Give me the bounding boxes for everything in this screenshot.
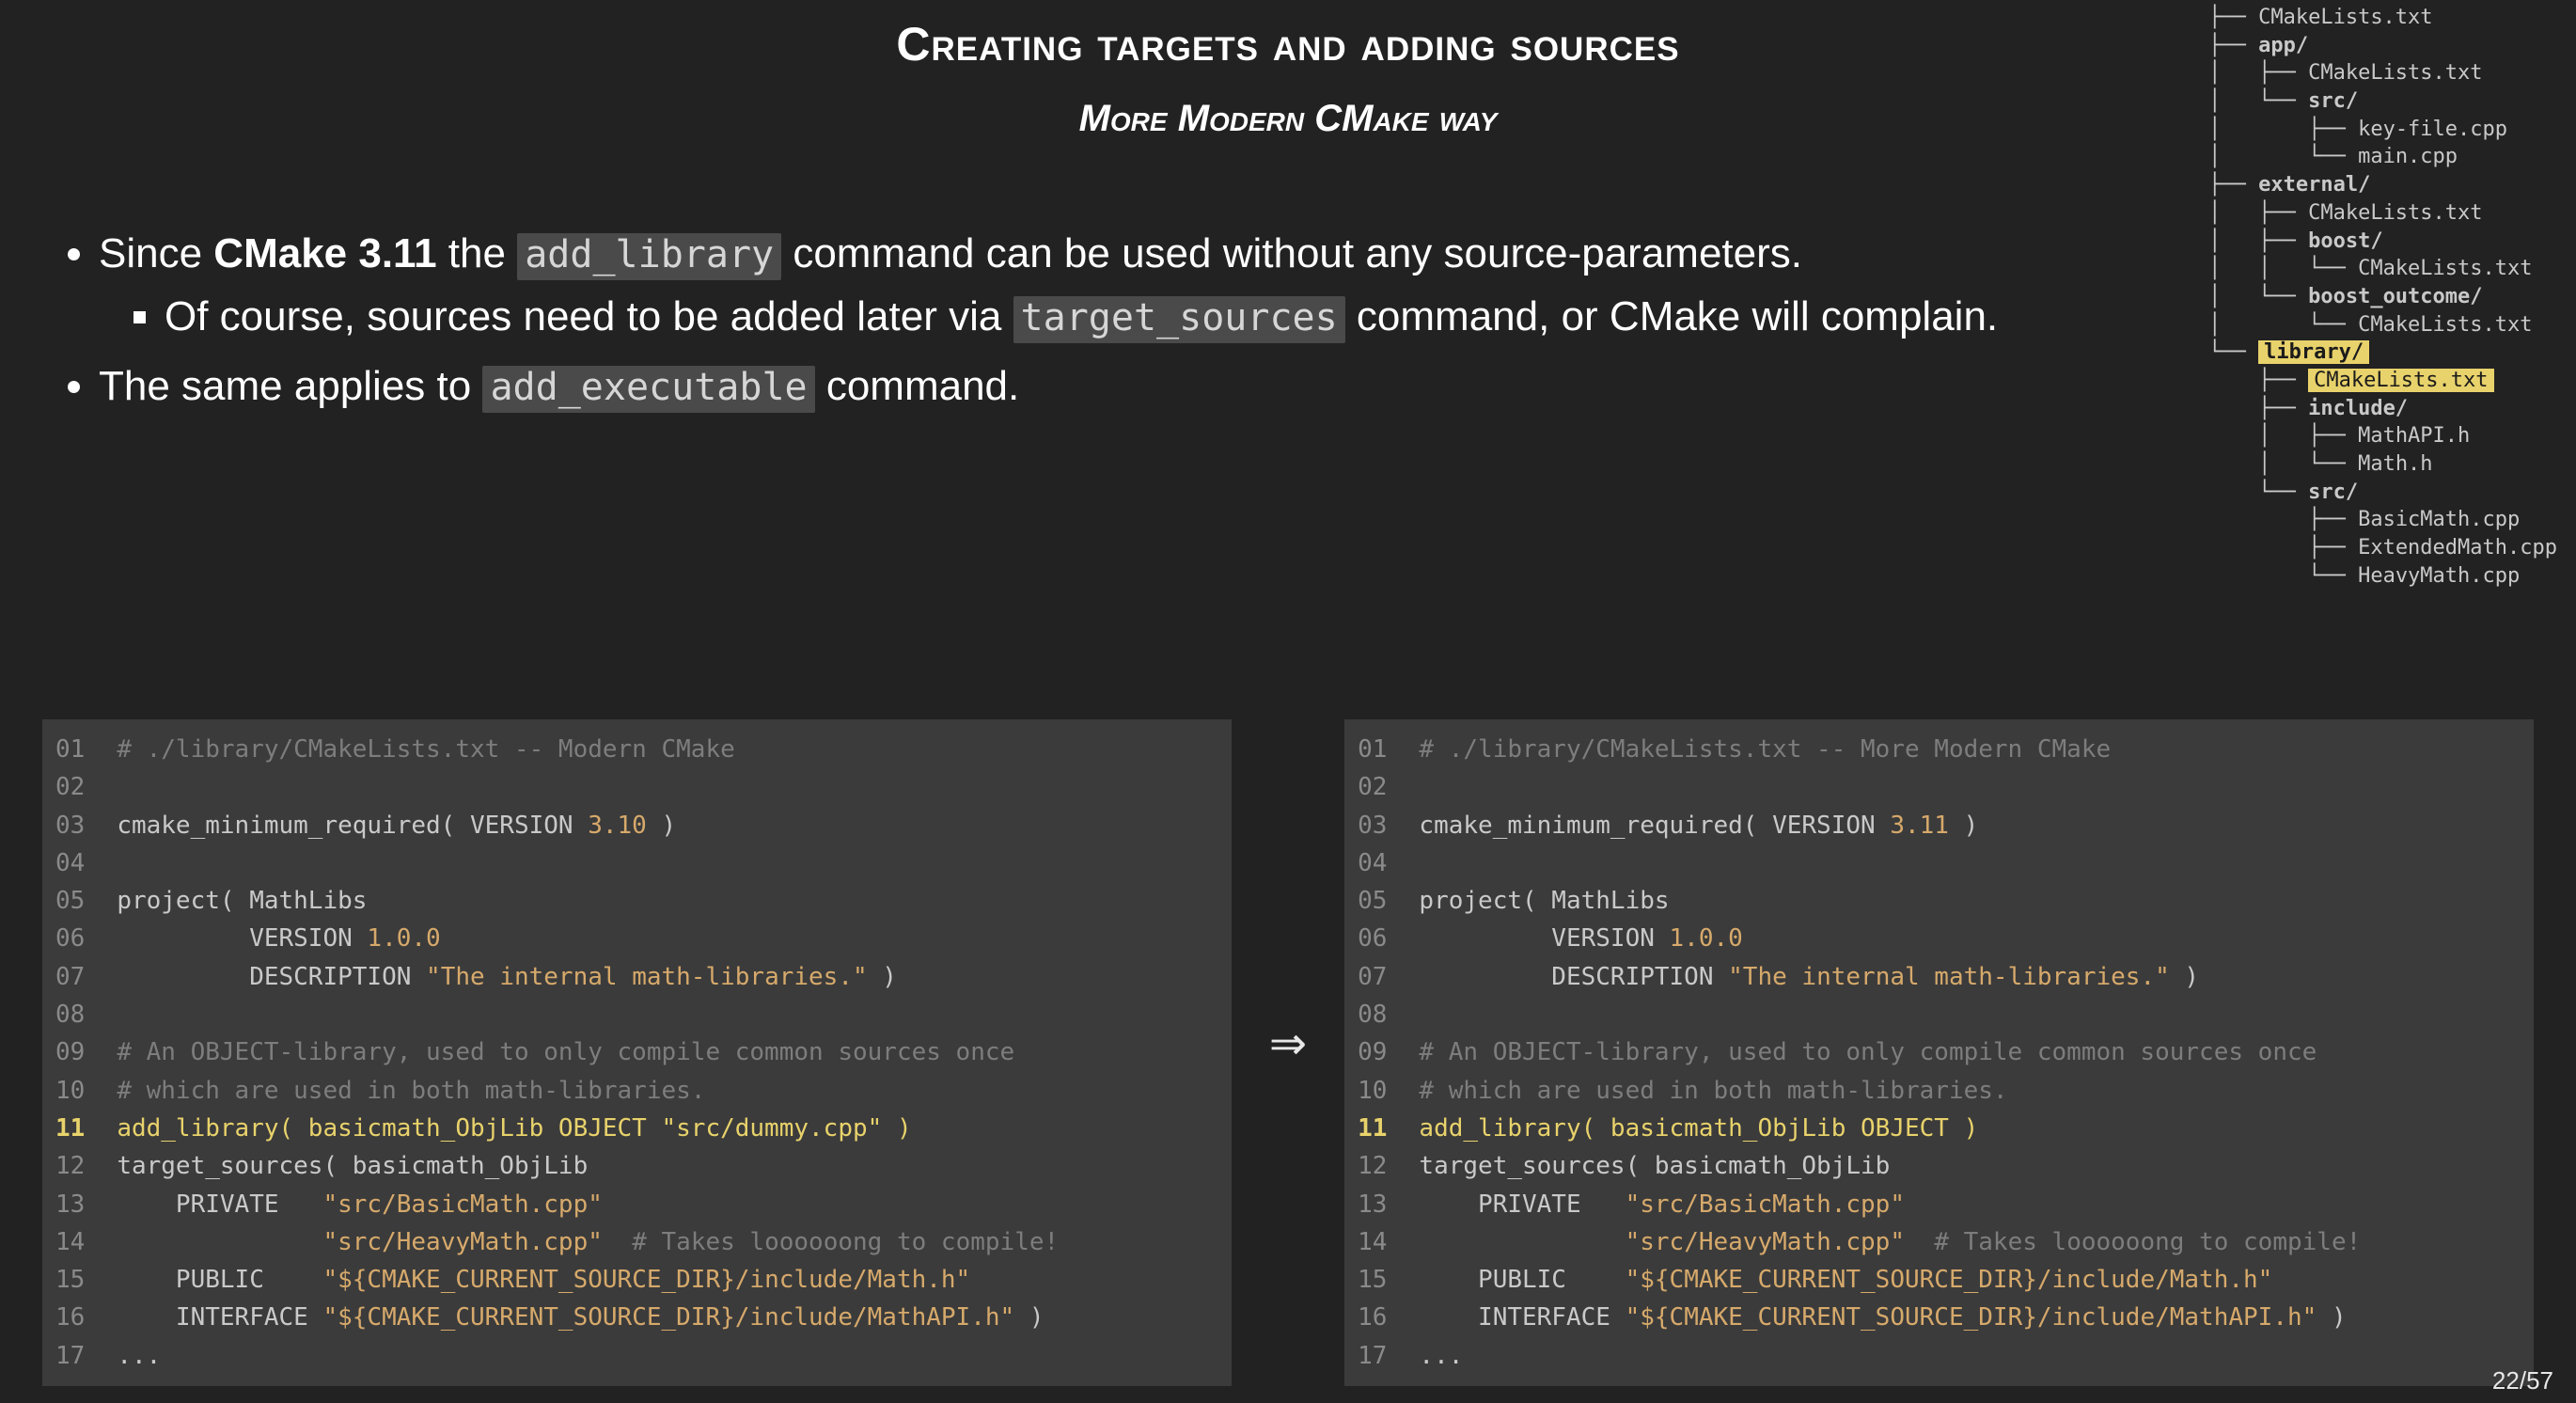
bullet-1a: Of course, sources need to be added late… bbox=[165, 289, 2195, 344]
bullet-1-mid: the bbox=[437, 230, 518, 276]
code-block-right: 01 # ./library/CMakeLists.txt -- More Mo… bbox=[1344, 719, 2534, 1386]
bullet-1-post: command can be used without any source-p… bbox=[781, 230, 1802, 276]
bullet-2-post: command. bbox=[815, 363, 1020, 409]
slide: Creating targets and adding sources More… bbox=[0, 0, 2576, 1403]
bullet-1a-pre: Of course, sources need to be added late… bbox=[165, 293, 1013, 339]
arrow-icon: ⇒ bbox=[1269, 1017, 1307, 1089]
slide-body: Since CMake 3.11 the add_library command… bbox=[52, 226, 2195, 427]
bullet-2-pre: The same applies to bbox=[99, 363, 482, 409]
slide-subtitle: More Modern CMake way bbox=[0, 71, 2576, 140]
subtitle-prefix: More Modern bbox=[1079, 98, 1315, 139]
inline-code-add-library: add_library bbox=[517, 233, 781, 280]
bullet-1-pre: Since bbox=[99, 230, 213, 276]
bullet-1-strong: CMake 3.11 bbox=[213, 230, 436, 276]
bullet-2: The same applies to add_executable comma… bbox=[99, 358, 2195, 414]
code-comparison: 01 # ./library/CMakeLists.txt -- Modern … bbox=[42, 719, 2534, 1386]
code-block-left: 01 # ./library/CMakeLists.txt -- Modern … bbox=[42, 719, 1232, 1386]
bullet-1: Since CMake 3.11 the add_library command… bbox=[99, 226, 2195, 345]
file-tree: ├── CMakeLists.txt ├── app/ │ ├── CMakeL… bbox=[2208, 4, 2557, 590]
bullet-1a-post: command, or CMake will complain. bbox=[1345, 293, 1998, 339]
subtitle-suffix: way bbox=[1429, 98, 1498, 139]
inline-code-add-executable: add_executable bbox=[482, 366, 814, 413]
slide-title: Creating targets and adding sources bbox=[0, 0, 2576, 71]
inline-code-target-sources: target_sources bbox=[1013, 296, 1345, 343]
subtitle-italic: CMake bbox=[1314, 98, 1428, 139]
page-number: 22/57 bbox=[2492, 1366, 2553, 1395]
